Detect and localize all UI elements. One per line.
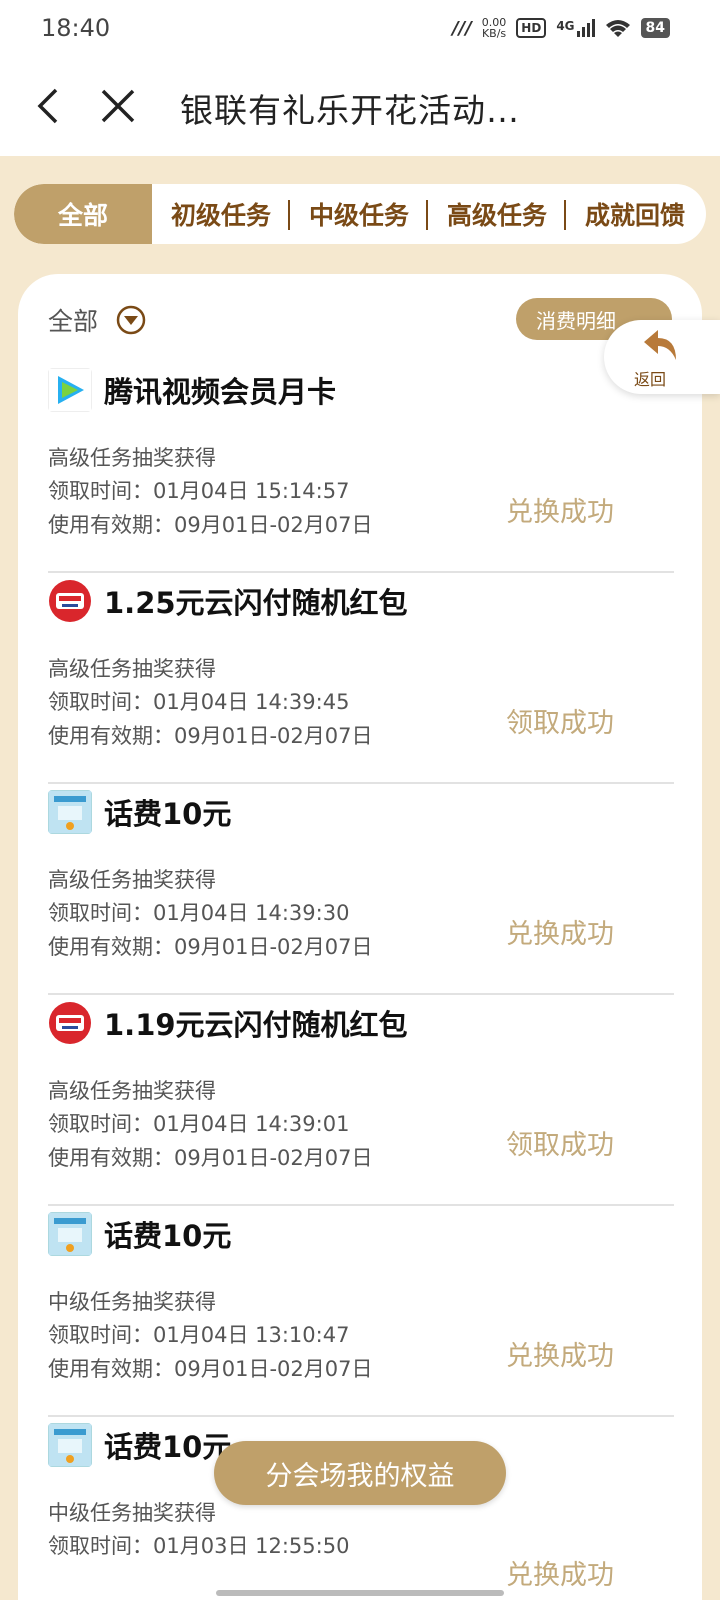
my-benefits-label: 分会场我的权益	[265, 1460, 455, 1492]
item-head: 话费10元	[48, 1423, 231, 1467]
phone-bill-icon	[48, 790, 92, 834]
item-status: 兑换成功	[506, 1341, 614, 1372]
item-source: 高级任务抽奖获得	[48, 868, 216, 892]
item-validity: 使用有效期：09月01日-02月07日	[48, 724, 373, 748]
phone-bill-icon	[48, 1423, 92, 1467]
item-status: 兑换成功	[506, 1560, 614, 1591]
item-validity: 使用有效期：09月01日-02月07日	[48, 1357, 373, 1381]
item-title: 1.25元云闪付随机红包	[104, 586, 408, 620]
item-validity: 使用有效期：09月01日-02月07日	[48, 935, 373, 959]
network-speed: 0.00 KB/s	[482, 17, 507, 39]
item-head: 腾讯视频会员月卡	[48, 368, 336, 412]
list-item[interactable]: 话费10元 高级任务抽奖获得 领取时间：01月04日 14:39:30 使用有效…	[48, 784, 674, 995]
speed-unit: KB/s	[481, 27, 507, 40]
signal-icon: 4G	[556, 19, 595, 37]
item-validity: 使用有效期：09月01日-02月07日	[48, 1146, 373, 1170]
item-time: 领取时间：01月04日 14:39:01	[48, 1112, 350, 1136]
item-time: 领取时间：01月04日 13:10:47	[48, 1323, 350, 1347]
item-source: 中级任务抽奖获得	[48, 1290, 216, 1314]
floating-return-label: 返回	[634, 370, 667, 389]
item-head: 话费10元	[48, 1212, 231, 1256]
item-time: 领取时间：01月03日 12:55:50	[48, 1534, 350, 1558]
item-head: 1.19元云闪付随机红包	[48, 1001, 408, 1045]
item-time: 领取时间：01月04日 14:39:45	[48, 690, 350, 714]
tab-intermediate[interactable]: 中级任务	[290, 184, 428, 244]
item-status: 领取成功	[506, 1130, 614, 1161]
item-status: 兑换成功	[506, 497, 614, 528]
tab-junior[interactable]: 初级任务	[152, 184, 290, 244]
item-head: 1.25元云闪付随机红包	[48, 579, 408, 623]
unionpay-icon	[48, 1001, 92, 1045]
item-title: 话费10元	[104, 797, 232, 831]
item-title: 话费10元	[104, 1430, 232, 1464]
item-head: 话费10元	[48, 790, 231, 834]
tab-senior[interactable]: 高级任务	[428, 184, 566, 244]
reward-list: 腾讯视频会员月卡 高级任务抽奖获得 领取时间：01月04日 15:14:57 使…	[48, 362, 674, 1600]
item-title: 话费10元	[104, 1219, 232, 1253]
home-indicator[interactable]	[216, 1590, 504, 1596]
tab-achievement[interactable]: 成就回馈	[566, 184, 704, 244]
tencent-video-icon	[48, 368, 92, 412]
unionpay-icon	[48, 579, 92, 623]
battery-icon: 84	[640, 18, 670, 38]
status-icons: /// 0.00 KB/s HD 4G 84	[452, 14, 670, 42]
page-title: 银联有礼乐开花活动…	[180, 91, 520, 130]
carrier-icon: ///	[452, 17, 472, 39]
chevron-down-icon	[116, 305, 146, 335]
item-source: 高级任务抽奖获得	[48, 1079, 216, 1103]
task-tabs: 全部 初级任务 中级任务 高级任务 成就回馈	[14, 184, 706, 244]
item-source: 高级任务抽奖获得	[48, 446, 216, 470]
status-time: 18:40	[41, 14, 111, 42]
floating-return-button[interactable]: 返回	[604, 320, 720, 394]
item-status: 领取成功	[506, 708, 614, 739]
network-type: 4G	[556, 19, 575, 33]
close-icon[interactable]	[94, 82, 142, 130]
list-item[interactable]: 话费10元 中级任务抽奖获得 领取时间：01月04日 13:10:47 使用有效…	[48, 1206, 674, 1417]
return-arrow-icon	[644, 330, 676, 360]
item-title: 1.19元云闪付随机红包	[104, 1008, 408, 1042]
item-time: 领取时间：01月04日 15:14:57	[48, 479, 350, 503]
list-item[interactable]: 腾讯视频会员月卡 高级任务抽奖获得 领取时间：01月04日 15:14:57 使…	[48, 362, 674, 573]
status-bar: 18:40 /// 0.00 KB/s HD 4G 84	[0, 0, 720, 56]
filter-label: 全部	[48, 307, 99, 336]
item-source: 高级任务抽奖获得	[48, 657, 216, 681]
item-source: 中级任务抽奖获得	[48, 1501, 216, 1525]
item-status: 兑换成功	[506, 919, 614, 950]
rewards-card: 全部 消费明细 腾讯视频会员月卡 高级任务抽奖获得 领取时间：01月04日 15…	[18, 274, 702, 1600]
app-header: 银联有礼乐开花活动…	[0, 56, 720, 156]
hd-icon: HD	[516, 18, 547, 38]
list-item[interactable]: 1.25元云闪付随机红包 高级任务抽奖获得 领取时间：01月04日 14:39:…	[48, 573, 674, 784]
wifi-icon	[605, 20, 630, 37]
my-benefits-button[interactable]: 分会场我的权益	[214, 1441, 506, 1505]
consumption-detail-label: 消费明细	[536, 308, 616, 333]
back-arrow-icon[interactable]	[26, 82, 74, 130]
tab-all[interactable]: 全部	[14, 184, 152, 244]
item-validity: 使用有效期：09月01日-02月07日	[48, 513, 373, 537]
item-time: 领取时间：01月04日 14:39:30	[48, 901, 350, 925]
item-title: 腾讯视频会员月卡	[104, 375, 337, 409]
phone-bill-icon	[48, 1212, 92, 1256]
filter-dropdown[interactable]: 全部	[48, 302, 146, 338]
list-item[interactable]: 1.19元云闪付随机红包 高级任务抽奖获得 领取时间：01月04日 14:39:…	[48, 995, 674, 1206]
